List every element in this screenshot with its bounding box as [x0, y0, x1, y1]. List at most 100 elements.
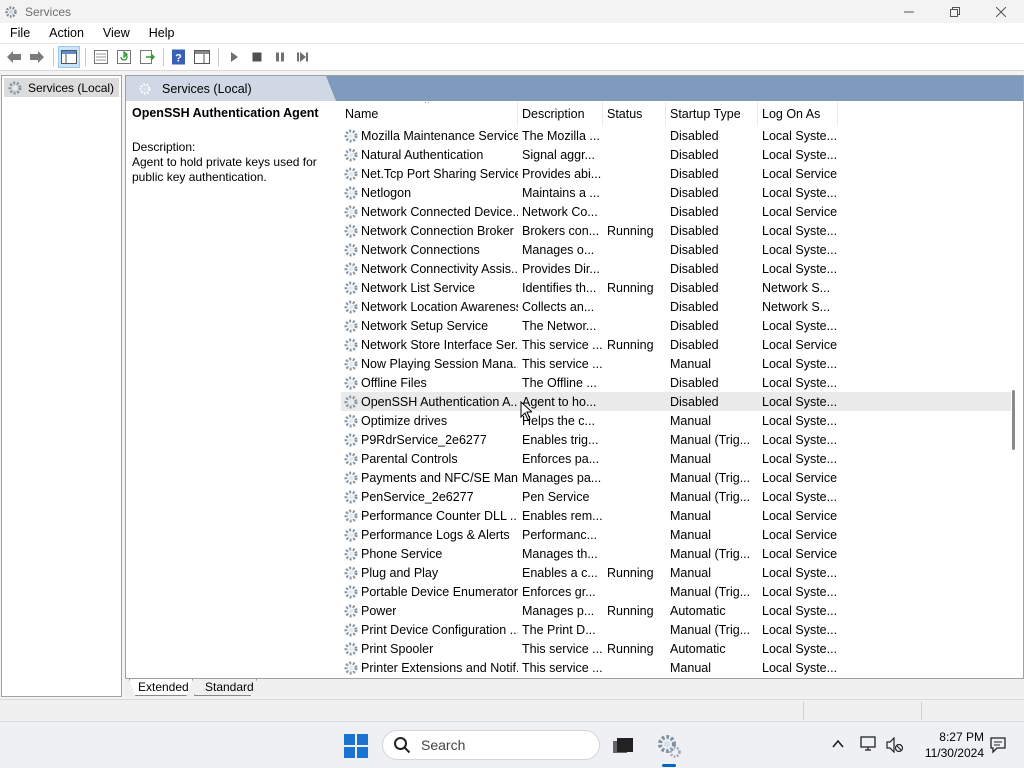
table-row[interactable]: Network Connections Manages o... Disabled L… — [341, 240, 1011, 259]
properties-button[interactable] — [90, 46, 112, 68]
network-icon[interactable] — [860, 736, 878, 752]
table-row[interactable]: Print Spooler This service ... Running Auto… — [341, 639, 1011, 658]
column-header-description[interactable]: Description — [518, 102, 603, 126]
table-row[interactable]: Payments and NFC/SE Man... Manages pa... M… — [341, 468, 1011, 487]
minimize-icon — [904, 11, 914, 12]
table-row[interactable]: Network Store Interface Ser... This servi… — [341, 335, 1011, 354]
tab-extended[interactable]: Extended — [129, 679, 193, 696]
cell-log-on-as: Local Syste... — [762, 318, 838, 333]
cell-startup-type: Manual — [670, 508, 711, 523]
table-row[interactable]: Performance Logs & Alerts Performanc... Ma… — [341, 525, 1011, 544]
table-row[interactable]: Network Setup Service The Networ... Disabl… — [341, 316, 1011, 335]
taskbar-services-app[interactable] — [655, 732, 683, 760]
scrollbar-thumb[interactable] — [1012, 390, 1015, 450]
cell-log-on-as: Local Service — [762, 166, 838, 181]
export-list-icon — [140, 50, 155, 64]
table-row[interactable]: Print Device Configuration ... The Print … — [341, 620, 1011, 639]
cell-description: This service ... — [522, 337, 603, 352]
selected-service-title: OpenSSH Authentication Agent — [132, 106, 319, 120]
windows-start-icon[interactable] — [344, 734, 368, 758]
export-list-button[interactable] — [136, 46, 158, 68]
vertical-scrollbar[interactable] — [1009, 104, 1019, 676]
table-row[interactable]: P9RdrService_2e6277 Enables trig... Manual… — [341, 430, 1011, 449]
back-button[interactable] — [3, 46, 25, 68]
tab-standard[interactable]: Standard — [194, 679, 257, 696]
notifications-icon[interactable] — [989, 736, 1007, 754]
tree-item-services-local[interactable]: Services (Local) — [4, 78, 119, 97]
cell-name: Printer Extensions and Notif... — [341, 660, 518, 676]
view-tabs: Extended Standard — [125, 679, 1024, 697]
column-header-name[interactable]: Name — [341, 102, 518, 126]
table-row[interactable]: Network Location Awareness Collects an...… — [341, 297, 1011, 316]
table-row[interactable]: Network Connectivity Assis... Provides Di… — [341, 259, 1011, 278]
back-icon — [7, 51, 21, 63]
table-row[interactable]: Now Playing Session Mana... This service … — [341, 354, 1011, 373]
table-row[interactable]: Netlogon Maintains a ... Disabled Local Sys… — [341, 183, 1011, 202]
cell-startup-type: Disabled — [670, 204, 719, 219]
stop-service-button[interactable] — [246, 46, 268, 68]
service-gear-icon — [344, 224, 358, 237]
cell-name: Payments and NFC/SE Man... — [341, 470, 518, 486]
cell-startup-type: Disabled — [670, 261, 719, 276]
refresh-button[interactable] — [113, 46, 135, 68]
volume-muted-icon[interactable] — [886, 737, 904, 753]
play-icon — [231, 52, 238, 62]
table-row[interactable]: PenService_2e6277 Pen Service Manual (Trig… — [341, 487, 1011, 506]
pause-service-button[interactable] — [269, 46, 291, 68]
cell-name: Print Spooler — [341, 641, 518, 657]
menu-action[interactable]: Action — [39, 26, 93, 40]
taskbar: Search 8:27 PM 11/30/2024 — [0, 721, 1024, 768]
column-header-status[interactable]: Status — [603, 102, 666, 126]
show-hide-action-pane-button[interactable] — [191, 46, 213, 68]
column-header-startup-type[interactable]: Startup Type — [666, 102, 758, 126]
menu-help[interactable]: Help — [139, 26, 184, 40]
close-button[interactable] — [978, 0, 1024, 23]
cell-name: OpenSSH Authentication A... — [341, 394, 518, 410]
menu-file[interactable]: File — [0, 26, 39, 40]
service-gear-icon — [344, 642, 358, 655]
toolbar-separator — [53, 48, 54, 66]
table-row[interactable]: OpenSSH Authentication A... Agent to ho..… — [341, 392, 1011, 411]
cell-description: Performanc... — [522, 527, 598, 542]
cell-description: Enforces pa... — [522, 451, 600, 466]
table-row[interactable]: Natural Authentication Signal aggr... Disa… — [341, 145, 1011, 164]
table-row[interactable]: Plug and Play Enables a c... Running Manual… — [341, 563, 1011, 582]
menu-view[interactable]: View — [93, 26, 139, 40]
help-button[interactable]: ? — [168, 46, 190, 68]
cell-startup-type: Disabled — [670, 318, 719, 333]
forward-button[interactable] — [26, 46, 48, 68]
table-row[interactable]: Network Connection Broker Brokers con... R… — [341, 221, 1011, 240]
restart-icon — [297, 52, 308, 62]
cell-name: Now Playing Session Mana... — [341, 356, 518, 372]
column-header-log-on-as[interactable]: Log On As — [758, 102, 838, 126]
show-hide-console-tree-button[interactable] — [58, 46, 80, 68]
list-header: ^ Name Description Status Startup Type L… — [341, 102, 1011, 126]
maximize-button[interactable] — [932, 0, 978, 23]
cell-log-on-as: Local Syste... — [762, 375, 838, 390]
table-row[interactable]: Phone Service Manages th... Manual (Trig..… — [341, 544, 1011, 563]
restart-service-button[interactable] — [292, 46, 314, 68]
table-row[interactable]: Performance Counter DLL ... Enables rem..… — [341, 506, 1011, 525]
table-row[interactable]: Power Manages p... Running Automatic Local S… — [341, 601, 1011, 620]
cell-log-on-as: Local Syste... — [762, 147, 838, 162]
cell-log-on-as: Local Syste... — [762, 261, 838, 276]
cell-log-on-as: Local Syste... — [762, 223, 838, 238]
table-row[interactable]: Offline Files The Offline ... Disabled Loca… — [341, 373, 1011, 392]
minimize-button[interactable] — [886, 0, 932, 23]
table-row[interactable]: Printer Extensions and Notif... This serv… — [341, 658, 1011, 677]
start-service-button[interactable] — [223, 46, 245, 68]
table-row[interactable]: Mozilla Maintenance Service The Mozilla .… — [341, 126, 1011, 145]
search-icon — [394, 737, 411, 754]
task-view-button[interactable] — [609, 732, 637, 760]
table-row[interactable]: Network Connected Device... Network Co...… — [341, 202, 1011, 221]
table-row[interactable]: Portable Device Enumerator... Enforces gr… — [341, 582, 1011, 601]
cell-startup-type: Disabled — [670, 394, 719, 409]
table-row[interactable]: Net.Tcp Port Sharing Service Provides abi… — [341, 164, 1011, 183]
table-row[interactable]: Parental Controls Enforces pa... Manual Loc… — [341, 449, 1011, 468]
services-pane: Services (Local) OpenSSH Authentication … — [125, 75, 1024, 679]
table-row[interactable]: Network List Service Identifies th... Runn… — [341, 278, 1011, 297]
table-row[interactable]: Optimize drives Helps the c... Manual Local… — [341, 411, 1011, 430]
chevron-up-icon[interactable] — [832, 739, 844, 749]
taskbar-search[interactable]: Search — [382, 730, 600, 760]
system-clock[interactable]: 8:27 PM 11/30/2024 — [912, 729, 984, 761]
